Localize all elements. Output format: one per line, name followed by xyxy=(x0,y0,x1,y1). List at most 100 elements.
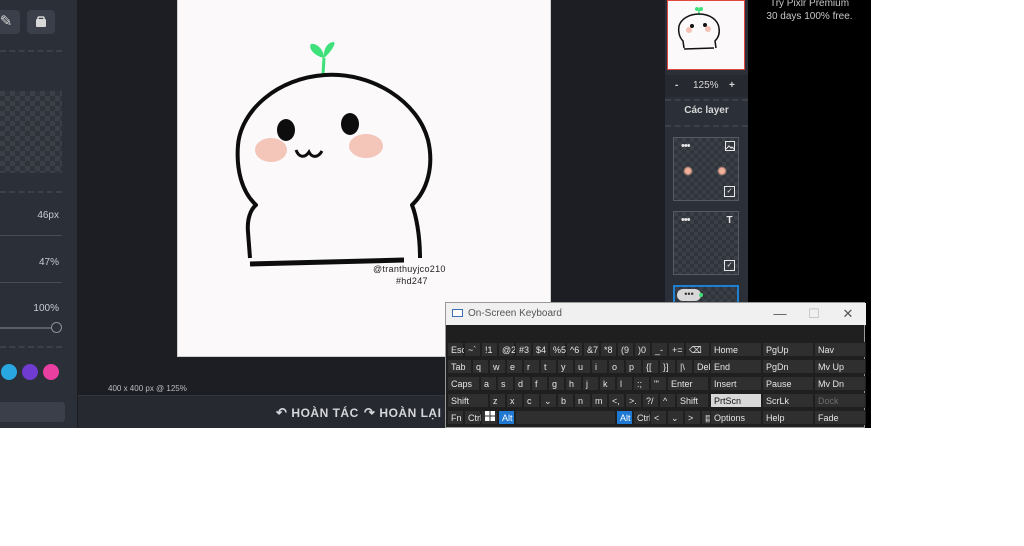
key-dock[interactable]: Dock xyxy=(814,393,866,408)
key--2[interactable]: @2 xyxy=(498,342,516,357)
key-o[interactable]: o xyxy=(608,359,625,374)
key--[interactable]: >. xyxy=(625,393,642,408)
key-pgdn[interactable]: PgDn xyxy=(762,359,814,374)
key-space[interactable] xyxy=(515,410,616,425)
key-shift[interactable]: Shift xyxy=(447,393,489,408)
key-mv-dn[interactable]: Mv Dn xyxy=(814,376,866,391)
key-fade[interactable]: Fade xyxy=(814,410,866,425)
key--[interactable]: < xyxy=(650,410,667,425)
key--[interactable]: "' xyxy=(650,376,667,391)
key-end[interactable]: End xyxy=(710,359,762,374)
key-e[interactable]: e xyxy=(506,359,523,374)
key-pgup[interactable]: PgUp xyxy=(762,342,814,357)
hardness-slider[interactable] xyxy=(0,327,52,329)
key-prtscn[interactable]: PrtScn xyxy=(710,393,762,408)
zoom-in-button[interactable]: + xyxy=(729,80,735,91)
key-c[interactable]: c xyxy=(523,393,540,408)
key--[interactable]: ^ xyxy=(659,393,676,408)
layer-item-image[interactable]: ••• ✓ xyxy=(673,137,739,201)
key-down[interactable]: ⌄ xyxy=(667,410,684,425)
redo-button[interactable]: ↷ HOÀN LẠI xyxy=(364,405,441,421)
key-pause[interactable]: Pause xyxy=(762,376,814,391)
key--5[interactable]: %5 xyxy=(549,342,566,357)
key-shift[interactable]: Shift xyxy=(676,393,709,408)
key-x[interactable]: x xyxy=(506,393,523,408)
key-mv-up[interactable]: Mv Up xyxy=(814,359,866,374)
key--[interactable]: += xyxy=(668,342,685,357)
osk-titlebar[interactable]: On-Screen Keyboard — ☐ ✕ xyxy=(446,303,866,325)
key-l[interactable]: l xyxy=(616,376,633,391)
key-p[interactable]: p xyxy=(625,359,642,374)
key-esc[interactable]: Esc xyxy=(447,342,466,357)
key-ctrl[interactable]: Ctrl xyxy=(633,410,651,425)
key-options[interactable]: Options xyxy=(710,410,762,425)
key--[interactable]: {[ xyxy=(642,359,659,374)
key--[interactable]: }] xyxy=(659,359,676,374)
key-k[interactable]: k xyxy=(599,376,616,391)
key--8[interactable]: *8 xyxy=(600,342,617,357)
color-swatch-purple[interactable] xyxy=(22,364,38,380)
key--9[interactable]: (9 xyxy=(617,342,634,357)
key-n[interactable]: n xyxy=(574,393,591,408)
key-alt[interactable]: Alt xyxy=(498,410,515,425)
pencil-icon[interactable]: ✎ xyxy=(0,10,20,34)
key-insert[interactable]: Insert xyxy=(710,376,762,391)
key--7[interactable]: &7 xyxy=(583,342,600,357)
key--[interactable]: ?/ xyxy=(642,393,659,408)
key--3[interactable]: #3 xyxy=(515,342,532,357)
key-i[interactable]: i xyxy=(591,359,608,374)
panel-action-button[interactable] xyxy=(0,402,65,422)
key-s[interactable]: s xyxy=(497,376,514,391)
key-help[interactable]: Help xyxy=(762,410,814,425)
key--[interactable]: ⌫ xyxy=(685,342,710,357)
key-w[interactable]: w xyxy=(489,359,506,374)
key--[interactable]: <, xyxy=(608,393,625,408)
layer-visibility-checkbox[interactable]: ✓ xyxy=(724,186,735,197)
key-del[interactable]: Del xyxy=(693,359,711,374)
slider-knob[interactable] xyxy=(51,322,62,333)
key-scrlk[interactable]: ScrLk xyxy=(762,393,814,408)
layer-menu-icon[interactable]: ••• xyxy=(677,289,701,301)
key-nav[interactable]: Nav xyxy=(814,342,866,357)
color-swatch-pink[interactable] xyxy=(43,364,59,380)
key-t[interactable]: t xyxy=(540,359,557,374)
key-fn[interactable]: Fn xyxy=(447,410,464,425)
layer-item-text[interactable]: ••• T ✓ xyxy=(673,211,739,275)
key-h[interactable]: h xyxy=(565,376,582,391)
maximize-button[interactable]: ☐ xyxy=(800,305,828,323)
undo-button[interactable]: ↶ HOÀN TÁC xyxy=(276,405,359,421)
key-caps[interactable]: Caps xyxy=(447,376,480,391)
key-g[interactable]: g xyxy=(548,376,565,391)
size-slider[interactable] xyxy=(0,235,62,236)
key--[interactable]: ~` xyxy=(464,342,481,357)
color-swatch-blue[interactable] xyxy=(1,364,17,380)
key-r[interactable]: r xyxy=(523,359,540,374)
navigator-thumbnail[interactable] xyxy=(667,0,745,70)
key-z[interactable]: z xyxy=(489,393,506,408)
key-tab[interactable]: Tab xyxy=(447,359,472,374)
layer-menu-icon[interactable]: ••• xyxy=(681,214,691,226)
eraser-icon[interactable] xyxy=(27,10,55,34)
key--0[interactable]: )0 xyxy=(634,342,651,357)
key--4[interactable]: $4 xyxy=(532,342,549,357)
windows-key-icon[interactable] xyxy=(481,410,498,425)
layer-menu-icon[interactable]: ••• xyxy=(681,140,691,152)
key--[interactable]: _- xyxy=(651,342,668,357)
layer-visibility-checkbox[interactable]: ✓ xyxy=(724,260,735,271)
close-button[interactable]: ✕ xyxy=(834,305,862,323)
key-m[interactable]: m xyxy=(591,393,608,408)
key-j[interactable]: j xyxy=(582,376,599,391)
key-y[interactable]: y xyxy=(557,359,574,374)
key--[interactable]: > xyxy=(684,410,701,425)
minimize-button[interactable]: — xyxy=(766,305,794,323)
key-down[interactable]: ⌄ xyxy=(540,393,557,408)
key-home[interactable]: Home xyxy=(710,342,762,357)
key-d[interactable]: d xyxy=(514,376,531,391)
key--1[interactable]: !1 xyxy=(481,342,498,357)
zoom-out-button[interactable]: - xyxy=(675,80,678,91)
key-alt[interactable]: Alt xyxy=(616,410,633,425)
key--[interactable]: :; xyxy=(633,376,650,391)
key-a[interactable]: a xyxy=(480,376,497,391)
key--6[interactable]: ^6 xyxy=(566,342,583,357)
key-q[interactable]: q xyxy=(472,359,489,374)
